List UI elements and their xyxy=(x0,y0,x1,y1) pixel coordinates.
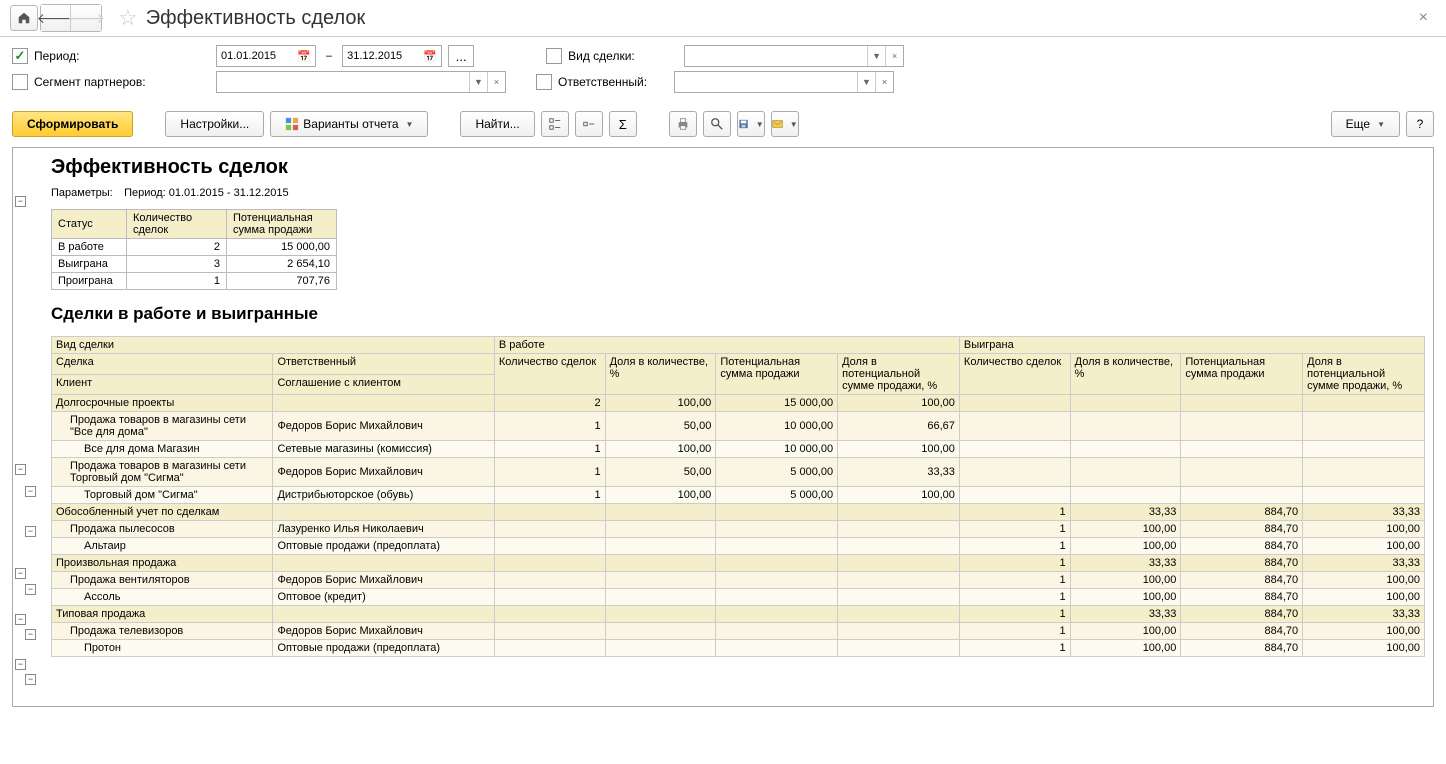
table-row[interactable]: Продажа товаров в магазины сети "Все для… xyxy=(52,412,1425,441)
expand-all-button[interactable] xyxy=(541,111,569,137)
table-row[interactable]: Все для дома МагазинСетевые магазины (ко… xyxy=(52,441,1425,458)
save-button[interactable]: ▼ xyxy=(737,111,765,137)
calendar-icon[interactable]: 📅 xyxy=(423,50,437,63)
segment-input[interactable] xyxy=(217,72,469,92)
nav-back-forward: 🡐 🡒 xyxy=(40,4,102,32)
email-button[interactable]: ▼ xyxy=(771,111,799,137)
summary-header-amount: Потенциальная сумма продажи xyxy=(227,210,337,239)
clear-icon[interactable]: × xyxy=(875,72,893,92)
date-to-field[interactable]: 📅 xyxy=(342,45,442,67)
table-row[interactable]: Произвольная продажа133,33884,7033,33 xyxy=(52,555,1425,572)
table-row[interactable]: ПротонОптовые продажи (предоплата)1100,0… xyxy=(52,640,1425,657)
summary-header-count: Количество сделок xyxy=(127,210,227,239)
report-subtitle: Сделки в работе и выигранные xyxy=(51,304,1425,324)
magnifier-icon xyxy=(710,117,724,131)
collapse-toggle[interactable]: − xyxy=(15,464,26,475)
sigma-icon: Σ xyxy=(619,117,627,132)
table-row[interactable]: Продажа телевизоровФедоров Борис Михайло… xyxy=(52,623,1425,640)
deal-type-checkbox[interactable] xyxy=(546,48,562,64)
responsible-input[interactable] xyxy=(675,72,857,92)
table-row[interactable]: АльтаирОптовые продажи (предоплата)1100,… xyxy=(52,538,1425,555)
print-icon xyxy=(676,117,690,131)
main-table: Вид сделки В работе Выиграна Сделка Отве… xyxy=(51,336,1425,657)
forward-button[interactable]: 🡒 xyxy=(71,5,101,31)
segment-combo[interactable]: ▼ × xyxy=(216,71,506,93)
filters-panel: Период: 📅 – 📅 ... Вид сделки: ▼ × Сегмен… xyxy=(0,37,1446,105)
settings-button[interactable]: Настройки... xyxy=(165,111,264,137)
envelope-icon xyxy=(772,117,783,131)
table-row[interactable]: Долгосрочные проекты2100,0015 000,00100,… xyxy=(52,395,1425,412)
toolbar: Сформировать Настройки... Варианты отчет… xyxy=(0,105,1446,143)
table-row[interactable]: Продажа пылесосовЛазуренко Илья Николаев… xyxy=(52,521,1425,538)
collapse-icon xyxy=(582,117,596,131)
deal-type-label: Вид сделки: xyxy=(568,49,678,63)
close-button[interactable]: × xyxy=(1411,9,1436,27)
chevron-down-icon: ▼ xyxy=(406,120,414,129)
chevron-down-icon: ▼ xyxy=(1377,120,1385,129)
deal-type-input[interactable] xyxy=(685,46,867,66)
period-label: Период: xyxy=(34,49,164,63)
summary-header-status: Статус xyxy=(52,210,127,239)
report-variants-button[interactable]: Варианты отчета ▼ xyxy=(270,111,428,137)
home-icon xyxy=(17,11,31,25)
segment-checkbox[interactable] xyxy=(12,74,28,90)
date-from-input[interactable] xyxy=(221,50,291,62)
collapse-toggle[interactable]: − xyxy=(25,674,36,685)
responsible-combo[interactable]: ▼ × xyxy=(674,71,894,93)
chevron-down-icon[interactable]: ▼ xyxy=(857,72,875,92)
clear-icon[interactable]: × xyxy=(487,72,505,92)
chevron-down-icon: ▼ xyxy=(790,120,798,129)
collapse-toggle[interactable]: − xyxy=(25,486,36,497)
report-title: Эффективность сделок xyxy=(51,156,1425,179)
date-to-input[interactable] xyxy=(347,50,417,62)
print-button[interactable] xyxy=(669,111,697,137)
collapse-toggle[interactable]: − xyxy=(15,659,26,670)
diskette-icon xyxy=(738,117,749,131)
calendar-icon[interactable]: 📅 xyxy=(297,50,311,63)
report-area[interactable]: − − − − − − − − − − Эффективность сделок… xyxy=(12,147,1434,707)
collapse-all-button[interactable] xyxy=(575,111,603,137)
summary-row: В работе215 000,00 xyxy=(52,239,337,256)
collapse-toggle[interactable]: − xyxy=(25,526,36,537)
responsible-checkbox[interactable] xyxy=(536,74,552,90)
table-row[interactable]: АссольОптовое (кредит)1100,00884,70100,0… xyxy=(52,589,1425,606)
table-row[interactable]: Торговый дом "Сигма"Дистрибьюторское (об… xyxy=(52,487,1425,504)
segment-label: Сегмент партнеров: xyxy=(34,75,164,89)
table-row[interactable]: Продажа товаров в магазины сети Торговый… xyxy=(52,458,1425,487)
collapse-toggle[interactable]: − xyxy=(25,584,36,595)
clear-icon[interactable]: × xyxy=(885,46,903,66)
home-button[interactable] xyxy=(10,5,38,31)
favorite-star-icon[interactable]: ☆ xyxy=(118,5,138,31)
collapse-toggle[interactable]: − xyxy=(15,614,26,625)
collapse-toggle[interactable]: − xyxy=(15,568,26,579)
find-button[interactable]: Найти... xyxy=(460,111,534,137)
collapse-toggle[interactable]: − xyxy=(25,629,36,640)
report-params: Параметры: Период: 01.01.2015 - 31.12.20… xyxy=(51,187,1425,199)
variants-icon xyxy=(285,117,299,131)
date-from-field[interactable]: 📅 xyxy=(216,45,316,67)
summary-row: Выиграна32 654,10 xyxy=(52,256,337,273)
chevron-down-icon[interactable]: ▼ xyxy=(469,72,487,92)
table-row[interactable]: Продажа вентиляторовФедоров Борис Михайл… xyxy=(52,572,1425,589)
summary-row: Проиграна1707,76 xyxy=(52,273,337,290)
chevron-down-icon: ▼ xyxy=(756,120,764,129)
summary-table: Статус Количество сделок Потенциальная с… xyxy=(51,209,337,290)
header-bar: 🡐 🡒 ☆ Эффективность сделок × xyxy=(0,0,1446,37)
responsible-label: Ответственный: xyxy=(558,75,668,89)
chevron-down-icon[interactable]: ▼ xyxy=(867,46,885,66)
page-title: Эффективность сделок xyxy=(146,7,366,30)
expand-icon xyxy=(548,117,562,131)
period-checkbox[interactable] xyxy=(12,48,28,64)
more-button[interactable]: Еще▼ xyxy=(1331,111,1400,137)
deal-type-combo[interactable]: ▼ × xyxy=(684,45,904,67)
table-row[interactable]: Обособленный учет по сделкам133,33884,70… xyxy=(52,504,1425,521)
generate-button[interactable]: Сформировать xyxy=(12,111,133,137)
help-button[interactable]: ? xyxy=(1406,111,1434,137)
sum-button[interactable]: Σ xyxy=(609,111,637,137)
preview-button[interactable] xyxy=(703,111,731,137)
table-row[interactable]: Типовая продажа133,33884,7033,33 xyxy=(52,606,1425,623)
collapse-toggle[interactable]: − xyxy=(15,196,26,207)
period-ellipsis-button[interactable]: ... xyxy=(448,45,474,67)
